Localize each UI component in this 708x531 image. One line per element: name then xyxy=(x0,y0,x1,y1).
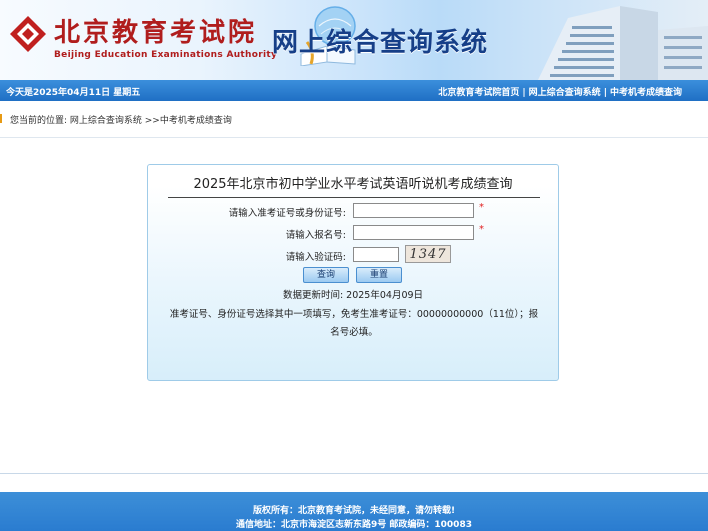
system-title: 网上综合查询系统 xyxy=(272,28,489,58)
footer-divider xyxy=(0,473,708,474)
id-number-input[interactable] xyxy=(353,203,474,218)
building-image xyxy=(538,6,708,80)
query-button[interactable]: 查询 xyxy=(303,267,349,283)
required-mark: * xyxy=(479,224,484,235)
query-panel: 2025年北京市初中学业水平考试英语听说机考成绩查询 请输入准考证号或身份证号:… xyxy=(147,164,559,381)
nav-separator: | xyxy=(603,88,607,98)
nav-links: 北京教育考试院首页 | 网上综合查询系统 | 中考机考成绩查询 xyxy=(438,85,682,98)
captcha-image[interactable]: 1347 xyxy=(405,245,451,263)
nav-separator: | xyxy=(522,88,526,98)
breadcrumb-text: 您当前的位置: 网上综合查询系统 >>中考机考成绩查询 xyxy=(10,116,232,126)
current-date: 今天是2025年04月11日 星期五 xyxy=(6,88,141,98)
query-title: 2025年北京市初中学业水平考试英语听说机考成绩查询 xyxy=(193,177,513,192)
instruction-note: 准考证号、身份证号选择其中一项填写，免考生准考证号：00000000000（11… xyxy=(169,309,539,338)
footer: 版权所有：北京教育考试院，未经同意，请勿转载! 通信地址：北京市海淀区志新东路9… xyxy=(0,492,708,531)
captcha-label: 请输入验证码: xyxy=(285,252,346,263)
reset-button[interactable]: 重置 xyxy=(356,267,402,283)
captcha-input[interactable] xyxy=(353,247,399,262)
logo-icon xyxy=(10,16,46,52)
breadcrumb-divider xyxy=(0,137,708,138)
breadcrumb-marker-icon xyxy=(0,114,2,123)
title-divider xyxy=(168,197,540,198)
id-number-label: 请输入准考证号或身份证号: xyxy=(228,208,346,219)
nav-link-score-query[interactable]: 中考机考成绩查询 xyxy=(610,88,682,98)
nav-link-home[interactable]: 北京教育考试院首页 xyxy=(438,88,519,98)
registration-number-label: 请输入报名号: xyxy=(285,230,346,241)
registration-number-input[interactable] xyxy=(353,225,474,240)
header-banner: 北京教育考试院 Beijing Education Examinations A… xyxy=(0,0,708,80)
breadcrumb: 您当前的位置: 网上综合查询系统 >>中考机考成绩查询 xyxy=(0,110,708,128)
footer-copyright: 版权所有：北京教育考试院，未经同意，请勿转载! xyxy=(252,506,456,516)
update-time: 数据更新时间: 2025年04月09日 xyxy=(282,290,424,301)
org-name-cn: 北京教育考试院 xyxy=(54,18,258,48)
org-name-en: Beijing Education Examinations Authority xyxy=(54,50,278,60)
top-nav-bar: 今天是2025年04月11日 星期五 北京教育考试院首页 | 网上综合查询系统 | 中考… xyxy=(0,80,708,101)
required-mark: * xyxy=(479,202,484,213)
nav-link-query-system[interactable]: 网上综合查询系统 xyxy=(529,88,601,98)
footer-address: 通信地址：北京市海淀区志新东路9号 邮政编码：100083 xyxy=(236,520,472,530)
